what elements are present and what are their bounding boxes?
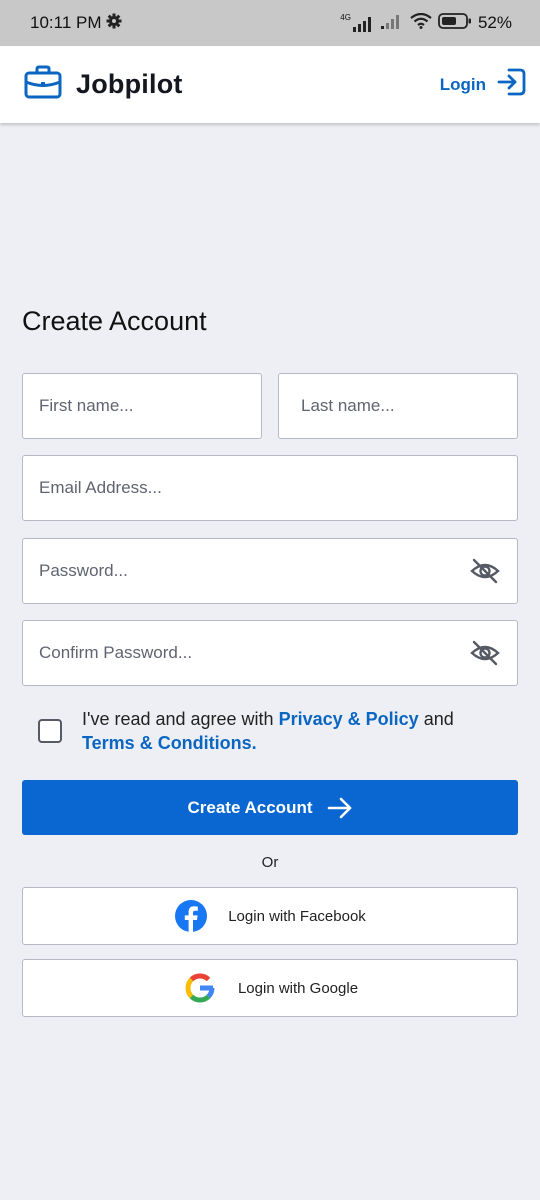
password-visibility-toggle[interactable] bbox=[469, 555, 501, 587]
settings-gear-icon bbox=[106, 13, 122, 34]
confirm-password-visibility-toggle[interactable] bbox=[469, 637, 501, 669]
facebook-login-label: Login with Facebook bbox=[228, 907, 366, 925]
network-type-label: 4G bbox=[340, 13, 351, 22]
terms-conditions-link[interactable]: Terms & Conditions. bbox=[82, 733, 257, 753]
last-name-field[interactable] bbox=[278, 373, 518, 439]
terms-prefix: I've read and agree with bbox=[82, 709, 274, 729]
create-account-button[interactable]: Create Account bbox=[22, 780, 518, 835]
privacy-policy-link[interactable]: Privacy & Policy bbox=[279, 709, 419, 729]
confirm-password-input[interactable] bbox=[39, 643, 469, 663]
facebook-logo-icon bbox=[175, 900, 208, 932]
password-field[interactable] bbox=[22, 538, 518, 604]
battery-icon bbox=[438, 12, 472, 35]
facebook-login-button[interactable]: Login with Facebook bbox=[22, 887, 518, 945]
or-divider: Or bbox=[261, 854, 279, 871]
eye-off-icon bbox=[470, 640, 500, 666]
page-title: Create Account bbox=[22, 306, 207, 336]
google-logo-icon bbox=[185, 973, 215, 1003]
status-right: 4G 52% bbox=[340, 12, 512, 35]
status-left: 10:11 PM bbox=[30, 13, 122, 34]
create-account-label: Create Account bbox=[187, 797, 313, 817]
first-name-field[interactable] bbox=[22, 373, 262, 439]
email-field[interactable] bbox=[22, 455, 518, 521]
terms-text: I've read and agree with Privacy & Polic… bbox=[82, 707, 508, 755]
terms-checkbox[interactable] bbox=[38, 719, 62, 743]
status-time: 10:11 PM bbox=[30, 13, 102, 32]
login-arrow-icon bbox=[496, 66, 528, 103]
header-login-button[interactable]: Login bbox=[440, 66, 528, 103]
password-input[interactable] bbox=[39, 561, 469, 581]
arrow-right-icon bbox=[327, 797, 351, 818]
wifi-icon bbox=[410, 12, 432, 34]
briefcase-icon bbox=[24, 65, 62, 104]
last-name-input[interactable] bbox=[301, 396, 501, 416]
battery-percent: 52% bbox=[477, 13, 512, 32]
google-login-label: Login with Google bbox=[237, 979, 359, 997]
brand-name: Jobpilot bbox=[76, 69, 183, 99]
status-bar: 10:11 PM 4G 52% bbox=[0, 0, 540, 46]
signal-secondary-icon bbox=[380, 13, 404, 34]
signal-4g-icon: 4G bbox=[340, 14, 374, 32]
app-header: Jobpilot Login bbox=[0, 46, 540, 123]
header-login-label: Login bbox=[439, 74, 486, 94]
terms-and: and bbox=[423, 709, 454, 729]
google-login-button[interactable]: Login with Google bbox=[22, 959, 518, 1017]
confirm-password-field[interactable] bbox=[22, 620, 518, 686]
terms-agreement: I've read and agree with Privacy & Polic… bbox=[38, 707, 508, 755]
brand: Jobpilot bbox=[24, 65, 183, 104]
first-name-input[interactable] bbox=[39, 396, 245, 416]
email-input[interactable] bbox=[39, 478, 501, 498]
eye-off-icon bbox=[470, 558, 500, 584]
